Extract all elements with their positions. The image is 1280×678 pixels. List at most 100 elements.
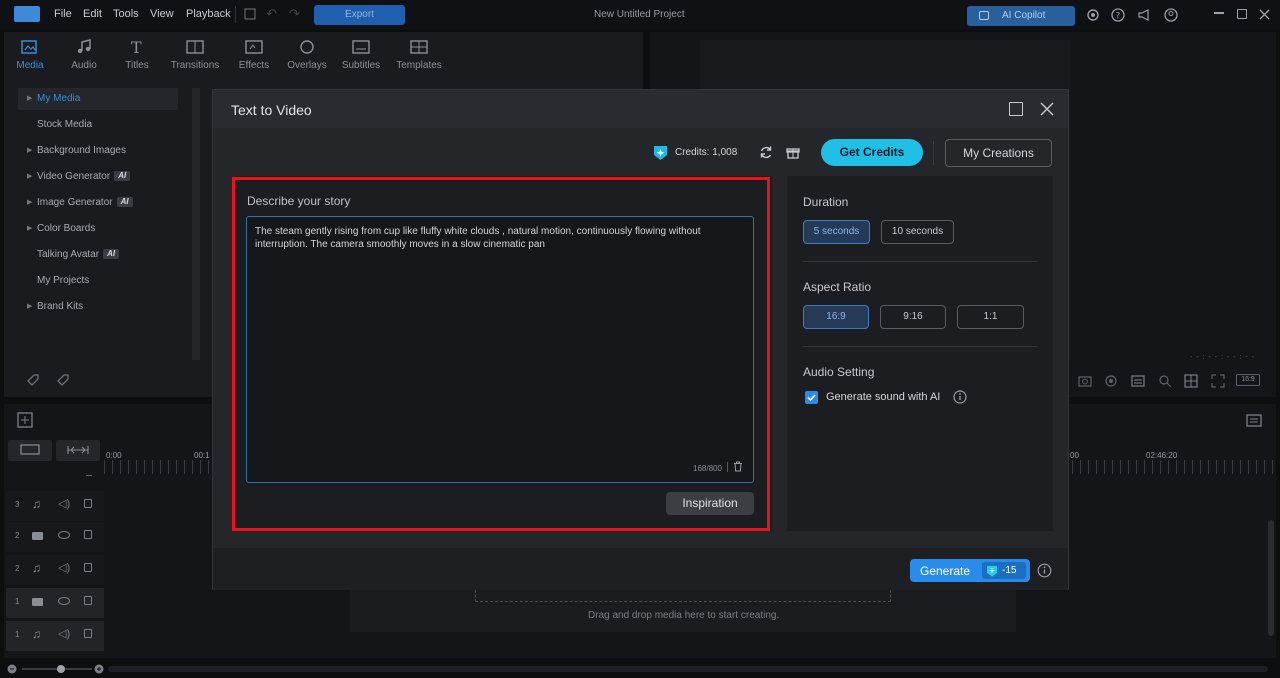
save-icon[interactable] <box>244 8 256 20</box>
robot-icon <box>979 11 989 20</box>
gear-icon[interactable] <box>1086 8 1100 22</box>
camera-snapshot-icon[interactable] <box>1078 374 1092 388</box>
generate-button[interactable]: Generate -15 <box>910 559 1030 582</box>
menu-edit[interactable]: Edit <box>83 8 102 20</box>
dialog-header <box>213 90 1068 128</box>
subtitle-toggle-icon[interactable] <box>1131 374 1145 388</box>
tab-titles[interactable]: T Titles <box>112 38 162 71</box>
lock-icon[interactable] <box>84 629 92 638</box>
tab-effects-label: Effects <box>239 60 269 71</box>
annotation-highlight-box <box>232 177 770 531</box>
info-icon[interactable] <box>953 390 967 404</box>
speaker-icon[interactable]: ◁) <box>58 561 70 574</box>
lock-icon[interactable] <box>84 596 92 605</box>
tab-audio[interactable]: Audio <box>59 38 109 71</box>
lock-icon[interactable] <box>84 499 92 508</box>
sidebar-item-brand-kits[interactable]: ▶Brand Kits <box>27 297 83 317</box>
ruler-time-far-b: 02:46:20 <box>1146 451 1177 460</box>
eye-icon[interactable] <box>58 597 70 605</box>
tab-overlays[interactable]: Overlays <box>282 38 332 71</box>
lock-icon[interactable] <box>84 530 92 539</box>
track-number: 2 <box>15 564 19 573</box>
speaker-icon[interactable]: ◁) <box>58 497 70 510</box>
account-icon[interactable] <box>1164 8 1178 22</box>
sidebar-item-my-projects[interactable]: My Projects <box>27 271 89 291</box>
menu-divider <box>235 6 236 23</box>
track-header-video-2: 2 <box>6 522 104 552</box>
layout-grid-icon[interactable] <box>1184 374 1198 388</box>
help-icon[interactable]: ? <box>1111 8 1125 22</box>
aspect-ratio-indicator[interactable]: 16:9 <box>1236 374 1260 386</box>
lock-icon[interactable] <box>84 563 92 572</box>
tab-media[interactable]: Media <box>5 38 55 71</box>
tab-effects[interactable]: Effects <box>229 38 279 71</box>
ai-copilot-button[interactable]: AI Copilot <box>967 6 1075 26</box>
sidebar-item-stock-media[interactable]: Stock Media <box>27 115 92 135</box>
get-credits-button[interactable]: Get Credits <box>821 139 923 166</box>
sidebar-scrollbar[interactable] <box>192 88 200 360</box>
fullscreen-icon[interactable] <box>1211 374 1225 388</box>
tab-templates[interactable]: Templates <box>394 38 444 71</box>
menu-playback[interactable]: Playback <box>186 8 231 20</box>
duration-option-5s[interactable]: 5 seconds <box>803 220 870 244</box>
gift-icon[interactable] <box>786 145 800 159</box>
tab-subtitles[interactable]: Subtitles <box>336 38 386 71</box>
maximize-icon[interactable] <box>1237 9 1247 19</box>
dialog-title: Text to Video <box>231 102 312 118</box>
aspect-option-1-1[interactable]: 1:1 <box>957 305 1024 329</box>
speaker-icon[interactable]: ◁) <box>58 627 70 640</box>
tab-media-label: Media <box>16 60 43 71</box>
tab-transitions[interactable]: Transitions <box>170 38 220 71</box>
record-icon[interactable] <box>1104 374 1118 388</box>
expand-arrow-icon: ▶ <box>27 89 32 109</box>
zoom-in-icon[interactable] <box>94 664 104 674</box>
expand-arrow-icon: ▶ <box>27 297 32 317</box>
music-note-icon <box>76 39 92 55</box>
my-creations-button[interactable]: My Creations <box>945 139 1052 167</box>
track-manager-icon[interactable] <box>1246 412 1264 428</box>
tag-icon[interactable] <box>26 373 40 387</box>
timeline-horizontal-scrollbar[interactable] <box>108 666 1268 672</box>
music-note-icon: ♫ <box>32 627 41 641</box>
zoom-out-icon[interactable] <box>7 664 17 674</box>
refresh-icon[interactable] <box>759 145 773 159</box>
templates-icon <box>410 39 428 55</box>
menu-view[interactable]: View <box>150 8 174 20</box>
timeline-vertical-scrollbar[interactable] <box>1268 520 1274 636</box>
close-window-icon[interactable] <box>1259 9 1270 20</box>
generate-cost: -15 <box>1002 565 1016 576</box>
menu-tools[interactable]: Tools <box>113 8 139 20</box>
tag-remove-icon[interactable] <box>56 373 70 387</box>
undo-icon[interactable]: ↶ <box>266 6 277 22</box>
zoom-slider-handle[interactable] <box>57 665 65 673</box>
ruler-time-mid: 00:1 <box>194 451 210 460</box>
zoom-fit-icon[interactable] <box>1158 374 1172 388</box>
sidebar-item-talking-avatar[interactable]: Talking AvatarAI <box>27 245 119 265</box>
sidebar-item-video-generator[interactable]: ▶Video GeneratorAI <box>27 167 130 187</box>
maximize-dialog-icon[interactable] <box>1009 102 1023 116</box>
redo-icon[interactable]: ↷ <box>289 6 300 22</box>
generate-sound-checkbox[interactable] <box>805 391 818 404</box>
sidebar-item-image-generator[interactable]: ▶Image GeneratorAI <box>27 193 133 213</box>
menu-file[interactable]: File <box>54 8 72 20</box>
expand-arrow-icon: ▶ <box>27 167 32 187</box>
eye-icon[interactable] <box>58 531 70 539</box>
minimize-icon[interactable] <box>1214 12 1224 14</box>
ruler-marker <box>86 475 92 476</box>
sidebar-item-background-images[interactable]: ▶Background Images <box>27 141 126 161</box>
close-dialog-icon[interactable] <box>1040 102 1054 116</box>
ai-copilot-label: AI Copilot <box>1002 10 1045 21</box>
timeline-settings-icon[interactable] <box>17 412 33 428</box>
add-track-button[interactable] <box>8 440 52 461</box>
sidebar-item-color-boards[interactable]: ▶Color Boards <box>27 219 95 239</box>
fit-timeline-button[interactable] <box>56 440 100 461</box>
aspect-option-16-9[interactable]: 16:9 <box>803 305 869 329</box>
sidebar-item-my-media[interactable]: ▶My Media <box>27 89 80 109</box>
drop-zone[interactable]: Drag and drop media here to start creati… <box>350 590 1016 632</box>
export-button[interactable]: Export <box>314 5 405 25</box>
info-icon[interactable] <box>1037 563 1052 578</box>
megaphone-icon[interactable] <box>1137 8 1151 22</box>
duration-option-10s[interactable]: 10 seconds <box>881 220 954 244</box>
audio-setting-title: Audio Setting <box>803 365 874 379</box>
aspect-option-9-16[interactable]: 9:16 <box>880 305 946 329</box>
